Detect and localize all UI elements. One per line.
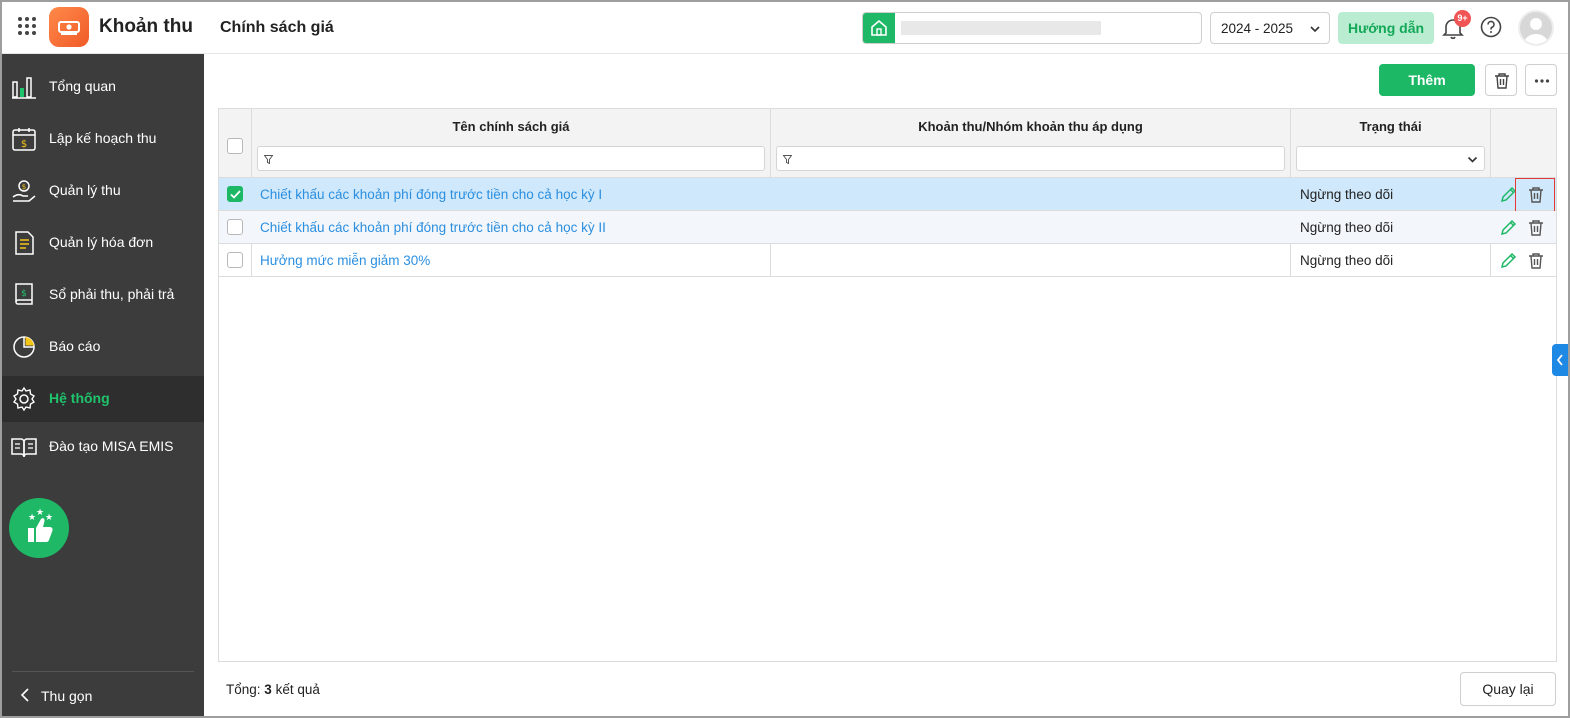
sidebar-item-plan[interactable]: $ Lập kế hoạch thu [2,116,204,162]
user-avatar-icon [1524,18,1548,44]
svg-text:$: $ [21,139,27,150]
row-checkbox[interactable] [227,186,243,202]
status-cell: Ngừng theo dõi [1300,220,1394,235]
sidebar: Tổng quan $ Lập kế hoạch thu $ Quản lý t… [2,54,204,716]
policy-name-link[interactable]: Hưởng mức miễn giảm 30% [260,253,430,268]
name-filter-input[interactable] [257,146,765,171]
pie-chart-icon [13,336,35,358]
sidebar-item-label: Quản lý thu [49,182,121,198]
total-suffix: kết quả [275,682,320,697]
filter-icon [264,155,273,164]
sidebar-item-label: Hệ thống [49,390,110,406]
status-filter-select[interactable] [1296,146,1485,171]
svg-text:$: $ [21,289,27,299]
table-row[interactable]: Chiết khấu các khoản phí đóng trước tiền… [219,178,1556,214]
bulk-delete-button[interactable] [1485,64,1517,96]
apps-grid-icon[interactable] [18,17,38,37]
app-title: Khoản thu [99,16,193,37]
calendar-dollar-icon: $ [12,128,36,151]
collapse-sidebar-button[interactable]: Thu gọn [12,671,194,715]
total-results: Tổng: 3 kết quả [226,682,320,697]
open-book-icon [11,438,37,458]
sidebar-item-reports[interactable]: Báo cáo [2,324,204,370]
policy-name-link[interactable]: Chiết khấu các khoản phí đóng trước tiền… [260,187,602,202]
more-options-button[interactable] [1525,64,1557,96]
chevron-down-icon [1310,26,1320,33]
sidebar-item-training[interactable]: Đào tạo MISA EMIS [2,424,204,470]
column-header-status: Trạng thái [1359,119,1422,134]
row-checkbox[interactable] [227,219,243,235]
help-icon[interactable] [1480,16,1502,38]
highlight-box [1515,178,1555,214]
more-horizontal-icon [1534,79,1550,83]
total-count: 3 [264,682,272,697]
sidebar-item-label: Tổng quan [49,78,116,94]
select-all-checkbox[interactable] [227,138,243,154]
hand-coin-icon: $ [12,180,36,202]
sidebar-item-ledger[interactable]: $ Sổ phải thu, phải trả [2,272,204,318]
app-window: Khoản thu Chính sách giá 2024 - 2025 Hướ… [0,0,1570,718]
applied-filter-input[interactable] [776,146,1285,171]
add-button[interactable]: Thêm [1379,64,1475,96]
trash-icon[interactable] [1527,219,1545,237]
trash-icon[interactable] [1527,252,1545,270]
row-checkbox[interactable] [227,252,243,268]
school-selector[interactable] [862,12,1202,44]
school-name [901,21,1101,35]
sidebar-item-collections[interactable]: $ Quản lý thu [2,168,204,214]
sidebar-item-label: Đào tạo MISA EMIS [49,438,174,454]
edit-pencil-icon[interactable] [1499,219,1517,237]
sidebar-item-label: Quản lý hóa đơn [49,234,154,250]
page-title: Chính sách giá [220,19,334,36]
status-cell: Ngừng theo dõi [1300,253,1394,268]
invoice-icon [15,231,34,255]
filter-icon [783,155,792,164]
sidebar-item-system[interactable]: Hệ thống [2,376,204,422]
gear-icon [13,386,35,412]
main-content: Thêm Tên chính sách giá Khoản thu/Nhóm k… [204,54,1568,716]
trash-icon [1495,73,1509,89]
svg-text:★: ★ [45,513,53,523]
avatar[interactable] [1518,10,1554,46]
sidebar-item-invoices[interactable]: Quản lý hóa đơn [2,220,204,266]
chevron-left-icon [1556,354,1563,366]
policy-name-link[interactable]: Chiết khấu các khoản phí đóng trước tiền… [260,220,606,235]
school-year-value: 2024 - 2025 [1221,21,1294,36]
money-stack-icon [58,21,80,35]
top-bar: Khoản thu Chính sách giá 2024 - 2025 Hướ… [2,2,1568,54]
edit-pencil-icon[interactable] [1499,252,1517,270]
rate-app-button[interactable]: ★ ★ ★ [9,498,69,558]
status-cell: Ngừng theo dõi [1300,187,1394,202]
notification-badge: 9+ [1454,10,1471,27]
svg-text:★: ★ [28,513,36,523]
table-header: Tên chính sách giá Khoản thu/Nhóm khoản … [219,109,1556,178]
sidebar-item-label: Sổ phải thu, phải trả [49,286,175,302]
ledger-book-icon: $ [15,283,33,305]
price-policy-table: Tên chính sách giá Khoản thu/Nhóm khoản … [218,108,1557,662]
chevron-left-icon [20,688,29,702]
back-button[interactable]: Quay lại [1460,672,1556,706]
table-row[interactable]: Chiết khấu các khoản phí đóng trước tiền… [219,211,1556,244]
thumbs-up-stars-icon: ★ ★ ★ [28,508,53,542]
total-prefix: Tổng: [226,682,261,697]
app-logo [49,7,89,47]
column-header-applied: Khoản thu/Nhóm khoản thu áp dụng [918,119,1143,134]
chart-bars-icon [12,77,36,99]
guide-button[interactable]: Hướng dẫn [1338,12,1434,44]
school-year-select[interactable]: 2024 - 2025 [1210,12,1330,44]
table-row[interactable]: Hưởng mức miễn giảm 30% Ngừng theo dõi [219,244,1556,277]
sidebar-item-label: Lập kế hoạch thu [49,130,157,146]
svg-text:$: $ [22,183,26,191]
chevron-down-icon [1467,156,1478,163]
home-icon[interactable] [863,13,895,43]
expand-panel-tab[interactable] [1552,344,1568,376]
sidebar-item-overview[interactable]: Tổng quan [2,64,204,110]
svg-text:★: ★ [36,508,44,518]
column-header-name: Tên chính sách giá [452,119,570,134]
collapse-label: Thu gọn [41,688,93,704]
sidebar-item-label: Báo cáo [49,338,101,354]
